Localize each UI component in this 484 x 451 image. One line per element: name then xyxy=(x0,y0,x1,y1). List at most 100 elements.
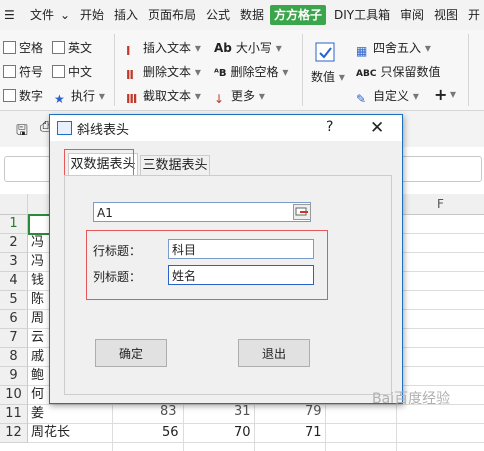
ribbon-separator xyxy=(114,34,115,106)
round-button[interactable]: ▦ 四舍五入 ▾ xyxy=(356,39,431,58)
cell-a9[interactable]: 鲍 xyxy=(31,367,44,385)
cell-a12[interactable]: 周花长 xyxy=(31,424,70,442)
cell-reference-input[interactable]: A1 xyxy=(93,202,311,222)
diagonal-header-dialog: 斜线表头 ? ✕ 双数据表头 三数据表头 A1 行标题： 科目 列标题： 姓名 … xyxy=(49,114,403,404)
column-title-input[interactable]: 姓名 xyxy=(168,265,314,285)
menu-review[interactable]: 审阅 xyxy=(400,5,424,25)
gridline xyxy=(28,442,484,443)
cell-a3[interactable]: 冯 xyxy=(31,253,44,271)
case-button[interactable]: Ab 大小写 ▾ xyxy=(214,39,282,56)
case-label: 大小写 xyxy=(235,41,272,55)
row-title-input[interactable]: 科目 xyxy=(168,239,314,259)
delete-space-icon: ᴬB xyxy=(214,68,227,79)
more-icon: ↓ xyxy=(214,92,225,106)
cell-c11[interactable]: 31 xyxy=(234,403,251,421)
insert-text-icon: Ⅰ xyxy=(126,44,131,58)
abc-icon: ABC xyxy=(356,69,377,79)
custom-label: 自定义 xyxy=(373,89,410,103)
cell-b11[interactable]: 83 xyxy=(160,403,177,421)
number-button[interactable]: 数值 ▾ xyxy=(311,68,345,85)
checkbox-english-label: 英文 xyxy=(68,41,93,55)
custom-button[interactable]: ✎ 自定义 ▾ xyxy=(356,87,419,106)
help-button[interactable]: ? xyxy=(326,119,333,135)
extract-text-button[interactable]: Ⅲ 截取文本 ▾ xyxy=(126,87,201,106)
cell-c12[interactable]: 70 xyxy=(234,424,251,442)
cell-b12[interactable]: 56 xyxy=(162,424,179,442)
checkbox-chinese-label: 中文 xyxy=(68,65,93,79)
row-header-8[interactable]: 8 xyxy=(0,348,28,367)
delete-text-button[interactable]: Ⅱ 删除文本 ▾ xyxy=(126,63,201,82)
tab-triple-header[interactable]: 三数据表头 xyxy=(140,155,210,176)
cell-a7[interactable]: 云 xyxy=(31,329,44,347)
row-header-6[interactable]: 6 xyxy=(0,310,28,329)
cell-a6[interactable]: 周 xyxy=(31,310,44,328)
checkbox-space-label: 空格 xyxy=(19,41,44,55)
menu-insert[interactable]: 插入 xyxy=(114,5,138,25)
save-icon[interactable]: 🖫 xyxy=(16,120,28,144)
row-header-12[interactable]: 12 xyxy=(0,424,28,443)
checkbox-number[interactable]: 数字 xyxy=(3,87,43,104)
checkbox-space[interactable]: 空格 xyxy=(3,39,43,56)
select-all-corner[interactable] xyxy=(0,194,28,215)
insert-text-label: 插入文本 xyxy=(143,41,192,55)
more-button[interactable]: ↓ 更多 ▾ xyxy=(214,87,265,106)
number-label: 数值 xyxy=(311,70,336,84)
row-header-11[interactable]: 11 xyxy=(0,405,28,424)
menu-more[interactable]: 开 xyxy=(468,5,480,25)
row-header-7[interactable]: 7 xyxy=(0,329,28,348)
row-header-10[interactable]: 10 xyxy=(0,386,28,405)
cell-d11[interactable]: 79 xyxy=(305,403,322,421)
row-header-4[interactable]: 4 xyxy=(0,272,28,291)
cell-a8[interactable]: 戚 xyxy=(31,348,44,366)
row-header-5[interactable]: 5 xyxy=(0,291,28,310)
row-header-9[interactable]: 9 xyxy=(0,367,28,386)
more-label: 更多 xyxy=(231,89,256,103)
ribbon-toolbar: 空格 英文 符号 中文 数字 ★ 执行 ▾ Ⅰ 插入文本 ▾ Ⅱ 删除文本 ▾ Ⅲ 截取… xyxy=(0,30,484,111)
cell-a5[interactable]: 陈 xyxy=(31,291,44,309)
menu-view[interactable]: 视图 xyxy=(434,5,458,25)
round-label: 四舍五入 xyxy=(373,41,422,55)
custom-icon: ✎ xyxy=(356,92,367,106)
ok-button[interactable]: 确定 xyxy=(95,339,167,367)
add-button[interactable]: + xyxy=(434,85,447,104)
menu-hamburger-icon[interactable]: ☰ xyxy=(4,5,15,25)
row-header-3[interactable]: 3 xyxy=(0,253,28,272)
checkbox-english[interactable]: 英文 xyxy=(52,39,92,56)
checkbox-symbol[interactable]: 符号 xyxy=(3,63,43,80)
row-header-1[interactable]: 1 xyxy=(0,215,28,234)
row-title-label: 行标题： xyxy=(93,244,142,258)
menu-file[interactable]: 文件 xyxy=(30,5,54,25)
cell-a10[interactable]: 何 xyxy=(31,386,44,404)
checkbox-chinese[interactable]: 中文 xyxy=(52,63,92,80)
cell-a4[interactable]: 钱 xyxy=(31,272,44,290)
delete-space-button[interactable]: ᴬB 删除空格 ▾ xyxy=(214,63,288,80)
menu-fangfang-active[interactable]: 方方格子 xyxy=(270,5,327,25)
checkbox-symbol-label: 符号 xyxy=(19,65,44,79)
keep-values-button[interactable]: ABC 只保留数值 xyxy=(356,63,440,80)
column-title-label: 列标题： xyxy=(93,270,142,284)
keep-values-label: 只保留数值 xyxy=(380,65,441,79)
delete-text-label: 删除文本 xyxy=(143,65,192,79)
ribbon-separator xyxy=(302,34,303,106)
cell-d12[interactable]: 71 xyxy=(305,424,322,442)
menu-home[interactable]: 开始 xyxy=(80,5,104,25)
gridline xyxy=(28,423,484,424)
close-button[interactable]: ✕ xyxy=(370,118,384,138)
dialog-titlebar[interactable]: 斜线表头 ? ✕ xyxy=(50,115,402,141)
execute-button[interactable]: ★ 执行 ▾ xyxy=(54,87,105,106)
menu-data[interactable]: 数据 xyxy=(240,5,264,25)
range-select-icon[interactable] xyxy=(293,204,311,220)
menu-diy-toolbox[interactable]: DIY工具箱 xyxy=(334,5,390,25)
menu-page-layout[interactable]: 页面布局 xyxy=(148,5,196,25)
col-header-f[interactable]: F xyxy=(397,194,484,215)
cell-a2[interactable]: 冯 xyxy=(31,234,44,252)
extract-text-label: 截取文本 xyxy=(143,89,192,103)
delete-text-icon: Ⅱ xyxy=(126,68,134,82)
row-header-2[interactable]: 2 xyxy=(0,234,28,253)
menu-formula[interactable]: 公式 xyxy=(206,5,230,25)
insert-text-button[interactable]: Ⅰ 插入文本 ▾ xyxy=(126,39,201,58)
cell-a11[interactable]: 姜 xyxy=(31,405,44,423)
chevron-down-icon[interactable]: ⌄ xyxy=(60,5,70,25)
exit-button[interactable]: 退出 xyxy=(238,339,310,367)
chevron-down-icon[interactable]: ▾ xyxy=(450,87,456,101)
